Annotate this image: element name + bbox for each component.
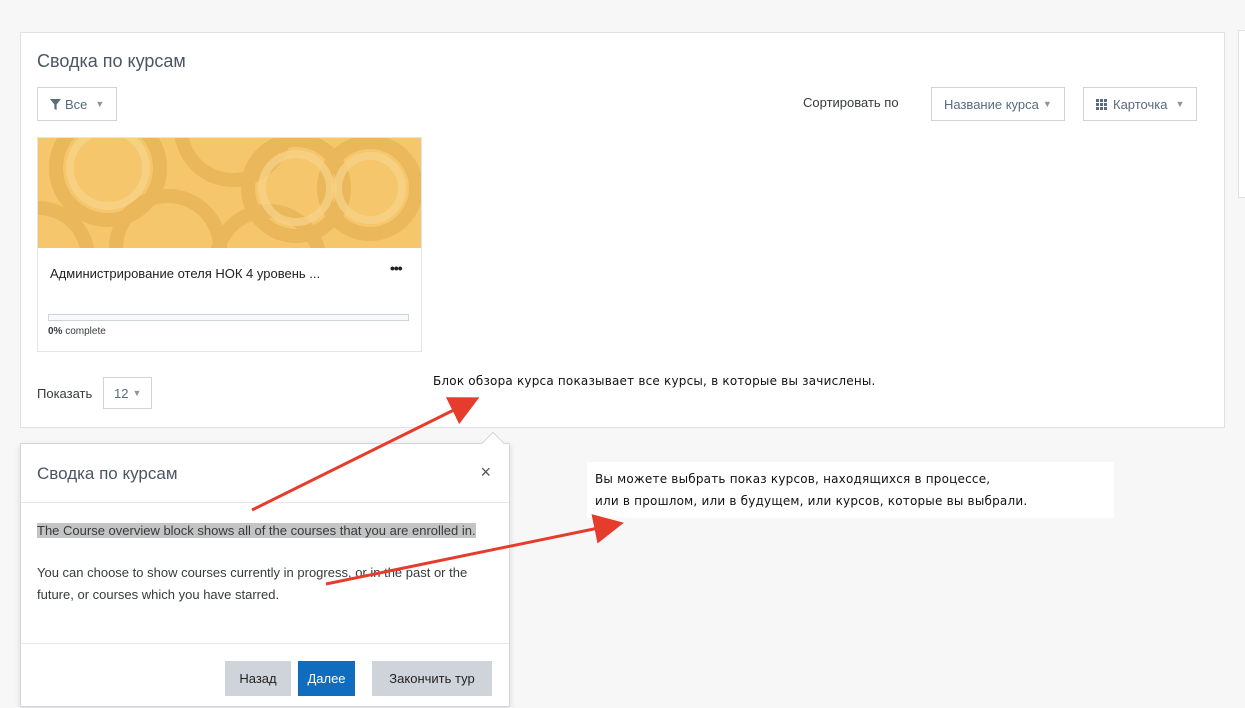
filter-label: Все [65,96,88,112]
annotation-note-2-line-1: Вы можете выбрать показ курсов, находящи… [595,472,991,486]
course-overview-block: Сводка по курсам Все ▼ Сортировать по На… [20,32,1225,428]
paging-value: 12 [114,385,129,401]
course-name-link[interactable]: Администрирование отеля НОК 4 уровень ..… [50,266,320,281]
next-button[interactable]: Далее [298,661,355,696]
annotation-note-1: Блок обзора курса показывает все курсы, … [427,372,882,390]
popover-text-1: The Course overview block shows all of t… [37,520,487,542]
popover-body: The Course overview block shows all of t… [37,520,487,606]
side-block-edge [1238,30,1245,198]
progress-suffix: complete [62,326,106,337]
annotation-note-2: Вы можете выбрать показ курсов, находящи… [587,462,1114,518]
popover-footer: Назад Далее Закончить тур [21,643,509,708]
course-image[interactable] [38,138,421,248]
view-value: Карточка [1113,96,1168,112]
close-icon[interactable]: × [480,462,491,483]
caret-down-icon: ▼ [1042,99,1052,109]
course-progress-bar [48,314,409,321]
sort-value: Название курса [944,96,1039,112]
caret-down-icon: ▼ [95,99,105,109]
progress-percent: 0% [48,326,63,337]
caret-down-icon: ▼ [1175,99,1185,109]
back-button[interactable]: Назад [225,661,291,696]
sort-label: Сортировать по [803,95,899,110]
sort-dropdown-button[interactable]: Название курса ▼ [931,87,1065,121]
block-title: Сводка по курсам [37,51,186,71]
course-card[interactable]: Администрирование отеля НОК 4 уровень ..… [37,137,422,352]
popover-title: Сводка по курсам [37,464,178,483]
course-actions-menu-icon[interactable]: ••• [390,260,403,276]
popover-text-2: You can choose to show courses currently… [37,565,468,602]
tour-popover: Сводка по курсам × The Course overview b… [20,431,510,708]
course-progress-text: 0% complete [48,326,106,337]
view-dropdown-button[interactable]: Карточка ▼ [1083,87,1198,121]
highlighted-text: The Course overview block shows all of t… [37,523,476,538]
end-tour-button[interactable]: Закончить тур [372,661,492,696]
caret-down-icon: ▼ [132,388,142,398]
filter-icon [50,98,61,110]
show-label: Показать [37,386,93,401]
paging-dropdown-button[interactable]: 12 ▼ [103,377,153,409]
filter-dropdown-button[interactable]: Все ▼ [37,87,118,121]
popover-header: Сводка по курсам × [21,444,509,503]
annotation-note-2-line-2: или в прошлом, или в будущем, или курсов… [595,494,1028,508]
grid-icon [1096,98,1107,110]
